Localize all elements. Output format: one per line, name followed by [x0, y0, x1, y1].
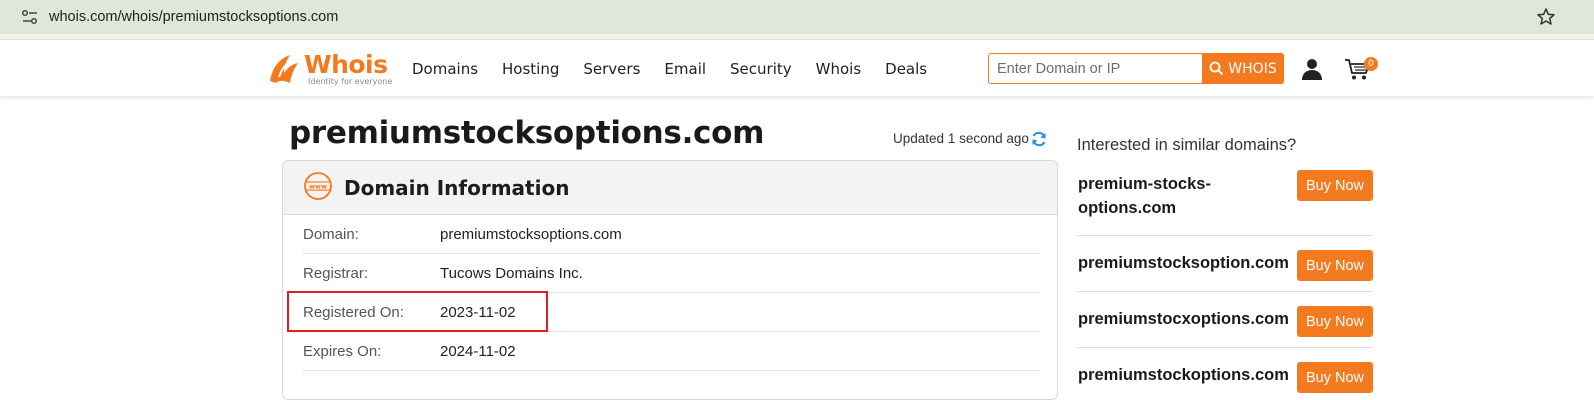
nav-servers[interactable]: Servers — [583, 59, 640, 79]
whois-search-button[interactable]: WHOIS — [1202, 53, 1284, 84]
buy-now-button[interactable]: Buy Now — [1297, 250, 1373, 281]
domain-info-card: www Domain Information Domain: premiumst… — [282, 160, 1058, 400]
domain-info-title: Domain Information — [344, 176, 570, 200]
logo-tagline: Identity for everyone — [308, 77, 393, 86]
logo-text: Whois — [304, 50, 388, 79]
info-label: Expires On: — [303, 343, 382, 360]
similar-domain-name-line2: options.com — [1078, 199, 1177, 217]
similar-domain-item: premiumstocksoption.com Buy Now — [1077, 236, 1373, 292]
annotation-highlight-box — [287, 291, 548, 332]
address-url[interactable]: whois.com/whois/premiumstocksoptions.com — [49, 8, 338, 26]
nav-security[interactable]: Security — [730, 59, 792, 79]
domain-info-header: www Domain Information — [283, 161, 1057, 215]
info-label: Registrar: — [303, 265, 369, 282]
updated-status: Updated 1 second ago — [893, 131, 1029, 147]
nav-hosting[interactable]: Hosting — [502, 59, 559, 79]
info-value: premiumstocksoptions.com — [440, 226, 622, 243]
site-header: Whois Identity for everyone Domains Host… — [0, 40, 1594, 97]
bookmark-star-icon[interactable] — [1536, 7, 1556, 27]
similar-domain-name: premiumstockoptions.com — [1078, 366, 1289, 384]
similar-domain-name: premiumstocxoptions.com — [1078, 310, 1289, 328]
buy-now-button[interactable]: Buy Now — [1297, 306, 1373, 337]
refresh-icon[interactable] — [1030, 130, 1048, 148]
whois-logo[interactable]: Whois Identity for everyone — [266, 50, 393, 87]
nav-deals[interactable]: Deals — [885, 59, 927, 79]
info-value: Tucows Domains Inc. — [440, 265, 583, 282]
browser-address-bar: whois.com/whois/premiumstocksoptions.com — [0, 0, 1594, 34]
site-settings-icon[interactable] — [21, 9, 39, 25]
similar-domain-name: premiumstocksoption.com — [1078, 254, 1289, 272]
similar-domain-item: premium-stocks- options.com Buy Now — [1077, 166, 1373, 236]
updated-prefix: Updated — [893, 131, 945, 146]
domain-search-input[interactable] — [989, 54, 1201, 83]
similar-domains-title: Interested in similar domains? — [1077, 136, 1297, 154]
nav-domains[interactable]: Domains — [412, 59, 478, 79]
user-icon[interactable] — [1300, 57, 1324, 81]
buy-now-button[interactable]: Buy Now — [1297, 362, 1373, 393]
info-row-expires-on: Expires On: 2024-11-02 — [302, 332, 1039, 371]
search-icon — [1209, 61, 1224, 76]
info-row-domain: Domain: premiumstocksoptions.com — [302, 215, 1039, 254]
main-nav: Domains Hosting Servers Email Security W… — [412, 59, 927, 79]
domain-search: WHOIS — [988, 53, 1284, 84]
cart-count-badge: 0 — [1364, 57, 1378, 71]
svg-text:www: www — [309, 182, 327, 190]
similar-domain-item: premiumstocxoptions.com Buy Now — [1077, 292, 1373, 348]
info-row-registrar: Registrar: Tucows Domains Inc. — [302, 254, 1039, 293]
info-label: Domain: — [303, 226, 359, 243]
www-icon: www — [304, 172, 332, 200]
buy-now-button[interactable]: Buy Now — [1297, 170, 1373, 201]
logo-mark-icon — [270, 55, 298, 83]
similar-domain-name-line1: premium-stocks- — [1078, 175, 1211, 193]
nav-whois[interactable]: Whois — [816, 59, 862, 79]
similar-domain-item: premiumstockoptions.com Buy Now — [1077, 348, 1373, 393]
info-value: 2024-11-02 — [440, 343, 516, 360]
nav-email[interactable]: Email — [664, 59, 706, 79]
whois-search-label: WHOIS — [1228, 60, 1277, 77]
updated-time: 1 second ago — [947, 131, 1029, 146]
page-title: premiumstocksoptions.com — [289, 115, 765, 151]
